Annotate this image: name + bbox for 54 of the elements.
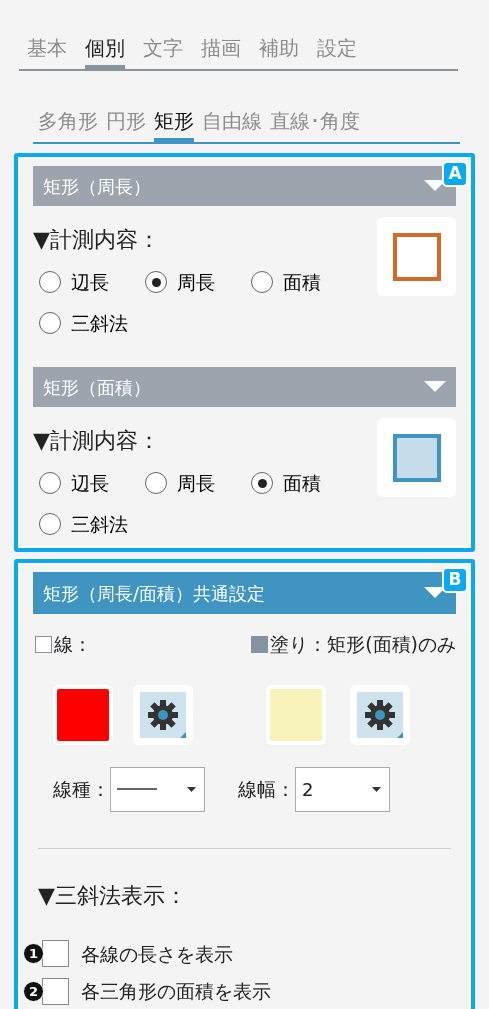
caret-icon [372,786,381,792]
radio-option[interactable]: 三斜法 [39,509,145,538]
section-heading: ▼三斜法表示： [37,881,188,910]
tab[interactable]: 文字 [143,34,183,71]
checkbox-label: 各線の長さを表示 [81,941,233,967]
line-type-label: 線種： [53,776,110,802]
line-width-select[interactable]: 2 [295,766,390,812]
tab[interactable]: 設定 [317,34,357,71]
tab[interactable]: 基本 [27,34,67,71]
radio-option[interactable]: 周長 [145,469,251,498]
line-sample-icon [117,787,157,791]
rectangle-icon [392,433,441,482]
section-heading: ▼計測内容： [33,226,161,254]
tab[interactable]: 円形 [106,109,146,144]
panel-title: 矩形（周長/面積）共通設定 [43,581,266,606]
section-heading: ▼計測内容： [33,427,161,455]
color-swatch[interactable] [266,684,326,745]
checkbox[interactable] [42,940,69,968]
number-marker: 1 [23,943,44,965]
fill-label: 塗り：矩形(面積)のみ [270,632,456,657]
tab[interactable]: 個別 [85,34,125,71]
tab[interactable]: 矩形 [154,109,194,144]
number-marker: 2 [23,980,44,1002]
callout-badge: A [442,161,468,187]
radio-option[interactable]: 面積 [251,268,357,297]
settings-button[interactable] [133,684,193,745]
panel-header[interactable]: 矩形（面積） [33,367,456,407]
radio-option[interactable]: 周長 [145,268,251,297]
radio-option[interactable]: 辺長 [39,469,145,498]
checkbox-label: 各三角形の面積を表示 [81,979,271,1004]
line-width-label: 線幅： [238,776,295,802]
radio-option[interactable]: 面積 [251,469,357,498]
color-swatch[interactable] [53,684,113,745]
checkbox[interactable] [42,977,69,1005]
caret-icon [187,786,196,792]
panel-title: 矩形（周長） [43,174,151,199]
tab[interactable]: 補助 [259,34,299,71]
checkbox[interactable] [251,635,269,653]
tab[interactable]: 多角形 [38,109,98,144]
radio-option[interactable]: 三斜法 [39,308,145,337]
tab[interactable]: 描画 [201,34,241,71]
rectangle-icon [392,232,441,281]
line-type-select[interactable] [110,766,205,812]
tab[interactable]: 直線･角度 [270,109,360,144]
tab[interactable]: 自由線 [202,109,262,144]
checkbox[interactable] [35,635,52,653]
line-label: 線： [54,632,92,657]
settings-button[interactable] [350,684,410,745]
dropdown-icon[interactable] [424,381,446,393]
panel-title: 矩形（面積） [43,375,151,400]
radio-option[interactable]: 辺長 [39,268,145,297]
gear-icon [357,691,403,738]
gear-icon [140,691,186,738]
callout-badge: B [442,567,468,593]
